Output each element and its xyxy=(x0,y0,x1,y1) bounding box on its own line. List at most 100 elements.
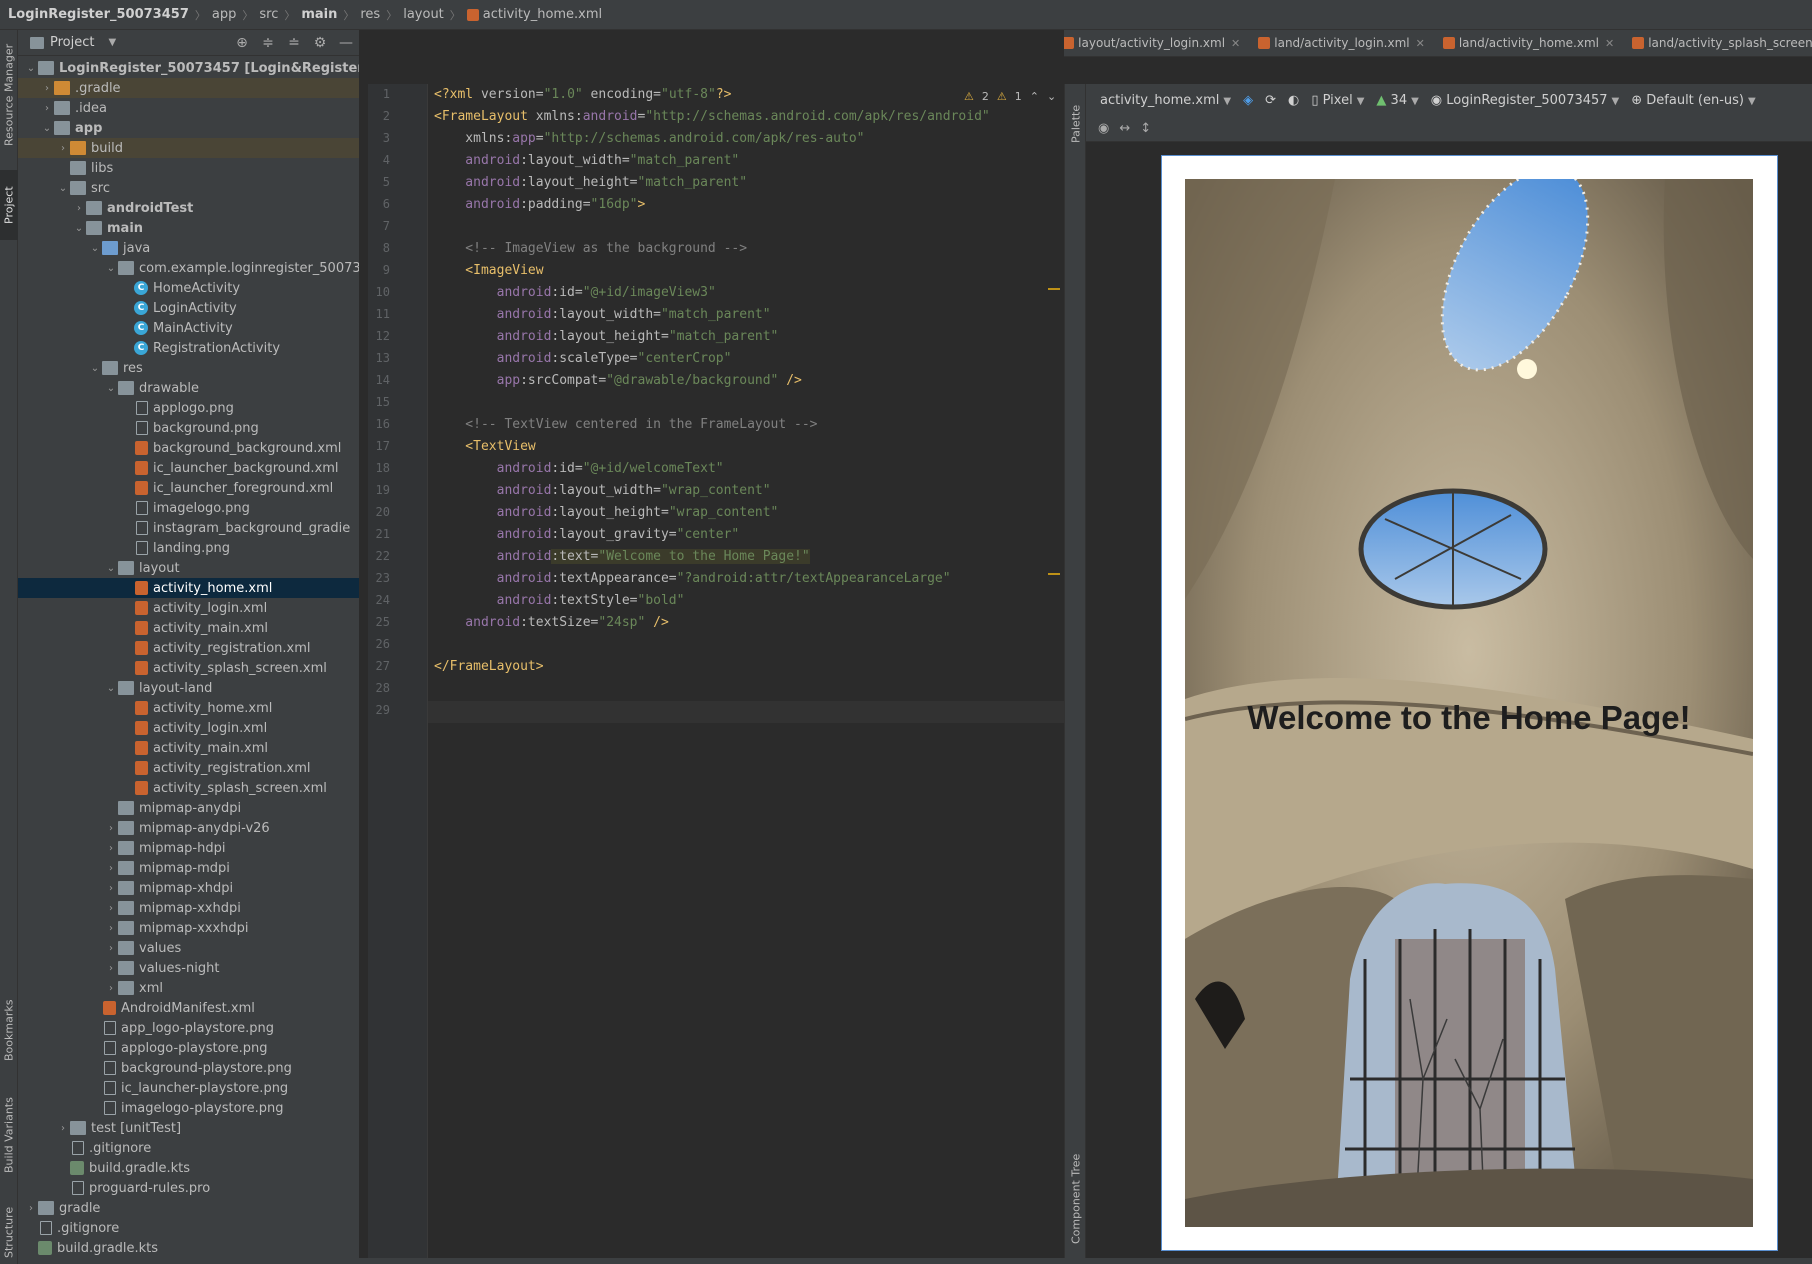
chevron-right-icon[interactable]: › xyxy=(56,1123,70,1134)
chevron-right-icon[interactable]: › xyxy=(104,843,118,854)
tree-item[interactable]: applogo-playstore.png xyxy=(18,1038,359,1058)
code-line[interactable]: android:id="@+id/imageView3" xyxy=(434,282,716,304)
night-mode-icon[interactable]: ◐ xyxy=(1288,93,1299,108)
tree-item[interactable]: activity_main.xml xyxy=(18,738,359,758)
tree-item[interactable]: › mipmap-xxxhdpi xyxy=(18,918,359,938)
breadcrumb-item[interactable]: res xyxy=(360,7,380,22)
tree-item[interactable]: ⌄ LoginRegister_50073457 [Login&Register_… xyxy=(18,58,359,78)
tree-item[interactable]: proguard-rules.pro xyxy=(18,1178,359,1198)
editor-tab[interactable]: layout/activity_login.xml ✕ xyxy=(1052,30,1248,56)
tree-item[interactable]: ⌄ java xyxy=(18,238,359,258)
device-selector[interactable]: ▯ Pixel ▼ xyxy=(1311,93,1364,108)
editor-tab[interactable]: land/activity_login.xml ✕ xyxy=(1248,30,1433,56)
view-selector-chevron-icon[interactable]: ▼ xyxy=(108,37,116,48)
code-line[interactable]: android:scaleType="centerCrop" xyxy=(434,348,732,370)
chevron-right-icon[interactable]: › xyxy=(104,923,118,934)
tree-item[interactable]: activity_registration.xml xyxy=(18,758,359,778)
tree-item[interactable]: ⌄ app xyxy=(18,118,359,138)
resource-manager-tab[interactable]: Resource Manager xyxy=(0,40,18,150)
breadcrumb-item[interactable]: LoginRegister_50073457 xyxy=(8,7,189,22)
tree-item[interactable]: ⌄ src xyxy=(18,178,359,198)
component-tree-tab[interactable]: Component Tree xyxy=(1067,1144,1085,1254)
tree-item[interactable]: C MainActivity xyxy=(18,318,359,338)
tree-item[interactable]: › values-night xyxy=(18,958,359,978)
code-line[interactable]: android:layout_height="match_parent" xyxy=(434,172,747,194)
code-line[interactable]: android:layout_height="match_parent" xyxy=(434,326,779,348)
tree-item[interactable]: landing.png xyxy=(18,538,359,558)
tree-item[interactable]: › mipmap-mdpi xyxy=(18,858,359,878)
code-line[interactable]: <!-- ImageView as the background --> xyxy=(434,238,747,260)
tree-item[interactable]: applogo.png xyxy=(18,398,359,418)
horizontal-pan-icon[interactable]: ↔ xyxy=(1119,121,1130,136)
breadcrumb-item[interactable]: app xyxy=(212,7,236,22)
chevron-down-icon[interactable]: ⌄ xyxy=(56,183,70,194)
hide-panel-icon[interactable]: — xyxy=(337,34,355,52)
tree-item[interactable]: › mipmap-xhdpi xyxy=(18,878,359,898)
code-line[interactable]: <!-- TextView centered in the FrameLayou… xyxy=(434,414,817,436)
tree-item[interactable]: ⌄ drawable xyxy=(18,378,359,398)
tree-item[interactable]: ⌄ layout xyxy=(18,558,359,578)
collapse-all-icon[interactable]: ≐ xyxy=(285,34,303,52)
code-line[interactable]: android:textAppearance="?android:attr/te… xyxy=(434,568,951,590)
tree-item[interactable]: build.gradle.kts xyxy=(18,1158,359,1178)
inspection-widget[interactable]: ⚠ 2 ⚠ 1 ⌃ ⌄ xyxy=(964,90,1056,103)
breadcrumb-item[interactable]: main xyxy=(301,7,337,22)
tree-item[interactable]: .gitignore xyxy=(18,1218,359,1238)
warning-stripe-marker[interactable] xyxy=(1048,288,1060,290)
code-line[interactable]: android:textStyle="bold" xyxy=(434,590,685,612)
code-line[interactable]: android:textSize="24sp" /> xyxy=(434,612,669,634)
tree-item[interactable]: C HomeActivity xyxy=(18,278,359,298)
locate-file-icon[interactable]: ⊕ xyxy=(233,34,251,52)
tree-item[interactable]: libs xyxy=(18,158,359,178)
tree-item[interactable]: ic_launcher_background.xml xyxy=(18,458,359,478)
close-tab-icon[interactable]: ✕ xyxy=(1605,37,1614,50)
tree-item[interactable]: › androidTest xyxy=(18,198,359,218)
tree-item[interactable]: › mipmap-anydpi-v26 xyxy=(18,818,359,838)
code-line[interactable]: android:layout_width="match_parent" xyxy=(434,150,739,172)
tree-item[interactable]: ⌄ com.example.loginregister_50073 xyxy=(18,258,359,278)
tree-item[interactable]: activity_registration.xml xyxy=(18,638,359,658)
tree-item[interactable]: › build xyxy=(18,138,359,158)
tree-item[interactable]: background-playstore.png xyxy=(18,1058,359,1078)
tree-item[interactable]: ic_launcher_foreground.xml xyxy=(18,478,359,498)
chevron-right-icon[interactable]: › xyxy=(104,983,118,994)
tree-item[interactable]: › mipmap-hdpi xyxy=(18,838,359,858)
tree-item[interactable]: › .idea xyxy=(18,98,359,118)
chevron-down-icon[interactable]: ⌄ xyxy=(104,263,118,274)
build-variants-tab[interactable]: Build Variants xyxy=(0,1085,18,1185)
tree-item[interactable]: activity_login.xml xyxy=(18,598,359,618)
tree-item[interactable]: › xml xyxy=(18,978,359,998)
code-line[interactable]: </FrameLayout> xyxy=(434,656,544,678)
editor-tab[interactable]: land/activity_splash_screen.xml✕ xyxy=(1622,30,1812,56)
tree-item[interactable]: activity_login.xml xyxy=(18,718,359,738)
tree-item[interactable]: › mipmap-xxhdpi xyxy=(18,898,359,918)
layout-file-selector[interactable]: activity_home.xml ▼ xyxy=(1100,93,1231,108)
tree-item[interactable]: instagram_background_gradie xyxy=(18,518,359,538)
tree-item[interactable]: activity_main.xml xyxy=(18,618,359,638)
tree-item[interactable]: C LoginActivity xyxy=(18,298,359,318)
project-tool-tab[interactable]: Project xyxy=(0,170,18,240)
chevron-right-icon[interactable]: › xyxy=(72,203,86,214)
tree-item[interactable]: AndroidManifest.xml xyxy=(18,998,359,1018)
tree-item[interactable]: › test [unitTest] xyxy=(18,1118,359,1138)
chevron-right-icon[interactable]: › xyxy=(104,943,118,954)
tree-item[interactable]: ⌄ layout-land xyxy=(18,678,359,698)
locale-selector[interactable]: ⊕ Default (en-us) ▼ xyxy=(1631,93,1755,108)
code-line[interactable]: <TextView xyxy=(434,436,535,458)
code-line[interactable]: android:text="Welcome to the Home Page!" xyxy=(434,546,810,568)
tree-item[interactable]: C RegistrationActivity xyxy=(18,338,359,358)
chevron-right-icon[interactable]: › xyxy=(56,143,70,154)
chevron-right-icon[interactable]: › xyxy=(104,823,118,834)
code-line[interactable]: <FrameLayout xmlns:android="http://schem… xyxy=(434,106,990,128)
tree-item[interactable]: ⌄ main xyxy=(18,218,359,238)
api-selector[interactable]: ▲ 34 ▼ xyxy=(1376,93,1418,108)
bookmarks-tab[interactable]: Bookmarks xyxy=(0,990,18,1070)
chevron-right-icon[interactable]: › xyxy=(24,1203,38,1214)
chevron-right-icon[interactable]: › xyxy=(104,963,118,974)
tree-item[interactable]: ic_launcher-playstore.png xyxy=(18,1078,359,1098)
chevron-down-icon[interactable]: ⌄ xyxy=(104,383,118,394)
design-blueprint-icon[interactable]: ◈ xyxy=(1243,93,1253,108)
vertical-pan-icon[interactable]: ↕ xyxy=(1140,121,1151,136)
tree-item[interactable]: app_logo-playstore.png xyxy=(18,1018,359,1038)
close-tab-icon[interactable]: ✕ xyxy=(1416,37,1425,50)
